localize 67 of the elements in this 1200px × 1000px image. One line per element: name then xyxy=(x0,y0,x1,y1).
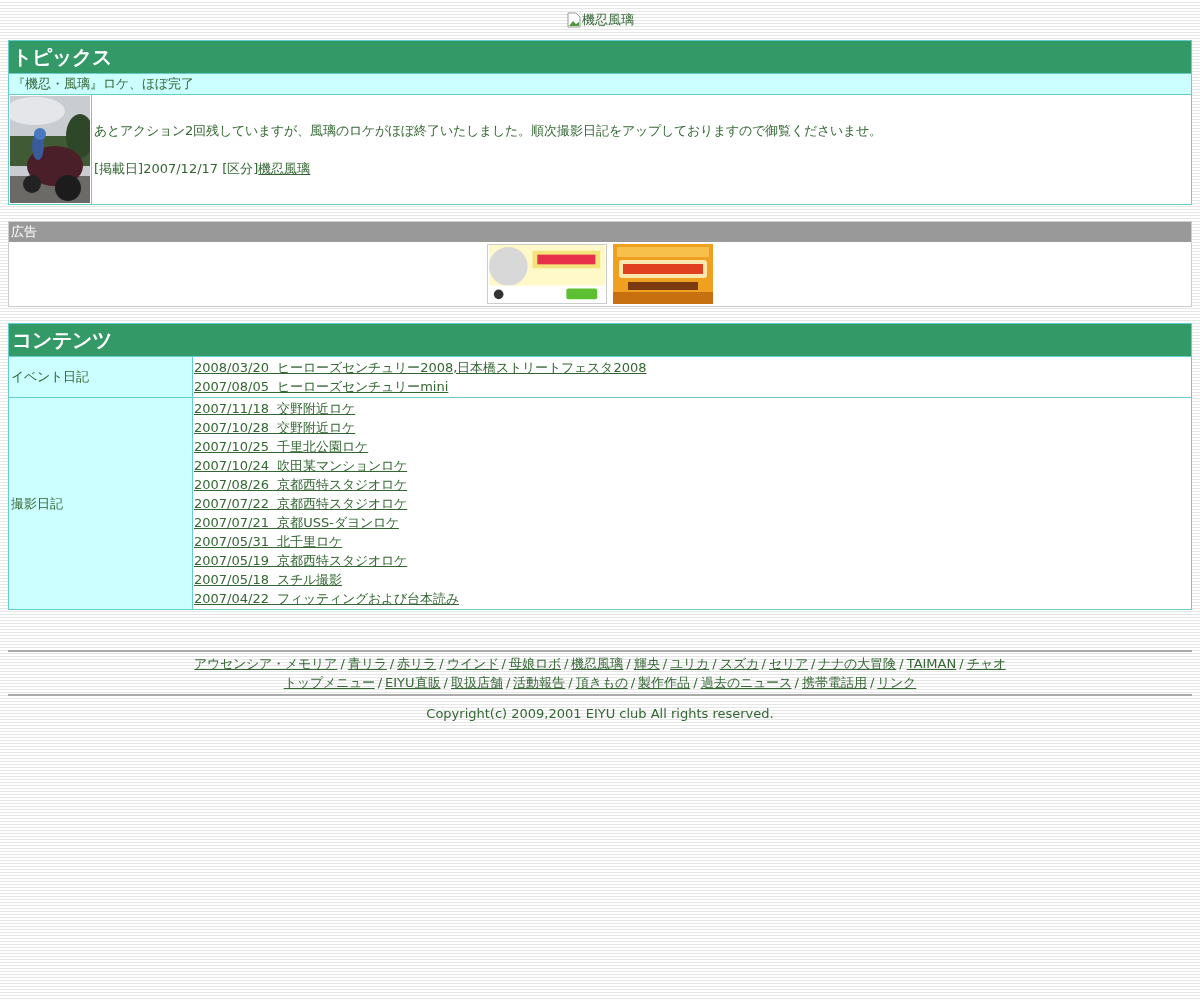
separator-text: / xyxy=(339,655,346,673)
category-label: 撮影日記 xyxy=(11,494,63,513)
diary-link[interactable]: 2007/08/26 京都西特スタジオロケ xyxy=(194,475,408,494)
broken-image-icon xyxy=(566,12,581,28)
footer-link[interactable]: トップメニュー xyxy=(283,673,375,692)
section-title: 広告 xyxy=(9,222,1191,242)
footer-link[interactable]: 過去のニュース xyxy=(700,673,792,692)
footer-link[interactable]: チャオ xyxy=(966,654,1006,673)
separator-text: / xyxy=(562,655,570,673)
separator-text: / xyxy=(388,655,396,673)
separator-text: / xyxy=(809,655,817,673)
footer-link[interactable]: スズカ xyxy=(719,654,759,673)
separator-text: / xyxy=(793,674,800,692)
image-alt-text: 機忍風璃 xyxy=(581,11,634,30)
footer-link[interactable]: 青リラ xyxy=(347,654,387,673)
separator-text: / xyxy=(500,655,507,673)
diary-link[interactable]: 2007/05/19 京都西特スタジオロケ xyxy=(194,551,408,570)
diary-link[interactable]: 2007/07/22 京都西特スタジオロケ xyxy=(194,494,408,513)
diary-link[interactable]: 2008/03/20 ヒーローズセンチュリー2008,日本橋ストリートフェスタ2008 xyxy=(194,358,647,377)
footer-link[interactable]: TAIMAN xyxy=(906,654,957,673)
separator-text: / xyxy=(760,655,767,673)
footer-link[interactable]: 母娘ロボ xyxy=(508,654,561,673)
category-label: イベント日記 xyxy=(11,368,89,387)
diary-link[interactable]: 2007/08/05 ヒーローズセンチュリーmini xyxy=(194,377,449,396)
diary-link[interactable]: 2007/05/18 スチル撮影 xyxy=(194,570,343,589)
footer-link[interactable]: アウセンシア・メモリア xyxy=(194,654,338,673)
separator-text: / xyxy=(692,674,699,692)
footer-link[interactable]: 機忍風璃 xyxy=(571,654,624,673)
footer-link[interactable]: 活動報告 xyxy=(513,673,566,692)
separator-text: / xyxy=(661,655,669,673)
footer-link[interactable]: セリア xyxy=(768,654,808,673)
diary-link[interactable]: 2007/10/28 交野附近ロケ xyxy=(194,418,356,437)
footer-link[interactable]: ユリカ xyxy=(670,654,710,673)
diary-link[interactable]: 2007/11/18 交野附近ロケ xyxy=(194,399,356,418)
separator-text: / xyxy=(625,655,632,673)
separator-text: / xyxy=(442,674,449,692)
footer-link[interactable]: 輝央 xyxy=(633,654,660,673)
separator-text: / xyxy=(504,674,512,692)
footer-link[interactable]: ナナの大冒険 xyxy=(818,654,897,673)
copyright-text: Copyright(c) 2009,2001 EIYU club All rights reserved. xyxy=(426,705,774,723)
separator-text: / xyxy=(567,674,574,692)
footer-link[interactable]: EIYU直販 xyxy=(385,673,441,692)
topic-body: あとアクション2回残していますが、風璃のロケがほぼ終了いたしました。順次撮影日記をアップしておりますので御覧くださいませ。 xyxy=(94,122,883,140)
separator-text: / xyxy=(629,674,637,692)
footer-link[interactable]: 携帯電話用 xyxy=(801,673,867,692)
diary-link[interactable]: 2007/04/22 フィッティングおよび台本読み xyxy=(194,589,460,608)
separator-text: / xyxy=(898,655,905,673)
topic-headline: 『機忍・風璃』ロケ、ほぼ完了 xyxy=(9,73,1191,94)
separator-text: / xyxy=(958,655,965,673)
separator-text: / xyxy=(711,655,718,673)
separator-text: / xyxy=(868,674,876,692)
separator-text: / xyxy=(376,674,384,692)
footer-link[interactable]: 製作作品 xyxy=(638,673,691,692)
category-link[interactable]: 機忍風璃 xyxy=(258,158,311,178)
section-title: トピックス xyxy=(9,41,1191,73)
footer-link[interactable]: 取扱店舗 xyxy=(450,673,503,692)
footer-link[interactable]: ウインド xyxy=(446,654,499,673)
diary-link[interactable]: 2007/10/25 千里北公園ロケ xyxy=(194,437,369,456)
separator-text: / xyxy=(438,655,445,673)
diary-link[interactable]: 2007/10/24 吹田某マンションロケ xyxy=(194,456,408,475)
topic-meta: [掲載日]2007/12/17 [区分] xyxy=(94,159,259,178)
diary-link[interactable]: 2007/07/21 京都USS-ダヨンロケ xyxy=(194,513,399,532)
diary-link[interactable]: 2007/05/31 北千里ロケ xyxy=(194,532,343,551)
footer-link[interactable]: 赤リラ xyxy=(397,654,437,673)
section-title: コンテンツ xyxy=(9,324,1191,356)
footer-link[interactable]: リンク xyxy=(877,673,917,692)
footer-link[interactable]: 頂きもの xyxy=(575,673,628,692)
